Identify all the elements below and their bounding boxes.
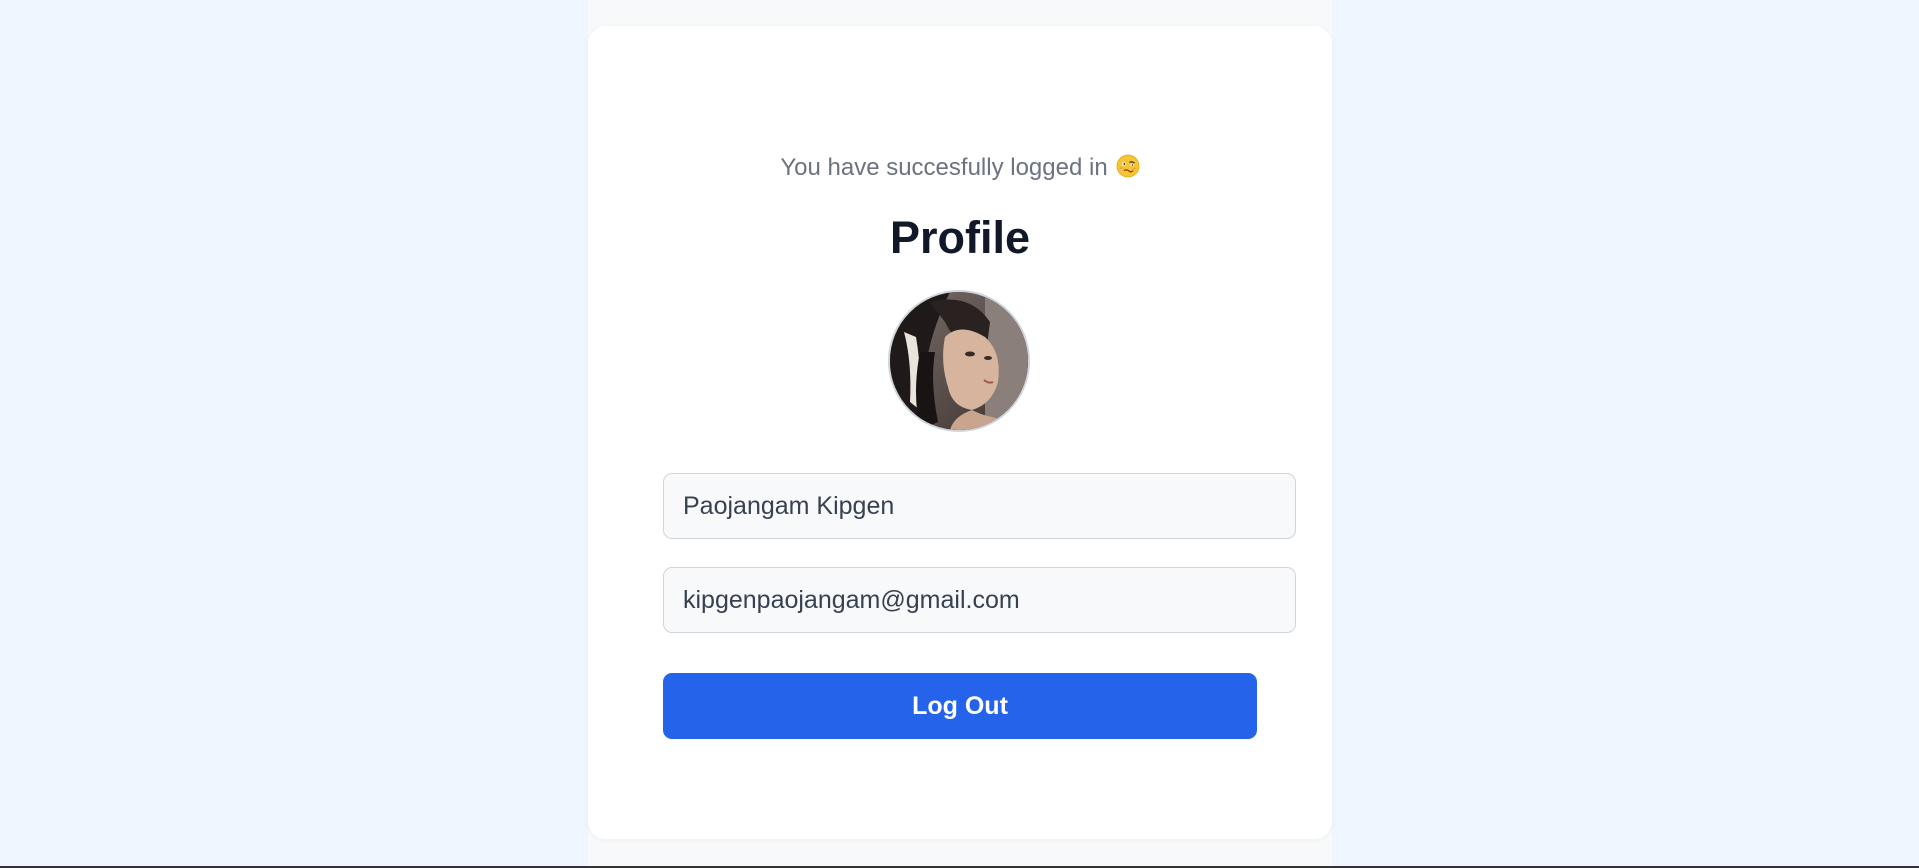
login-success-message: You have succesfully logged in: [588, 153, 1332, 183]
avatar-photo-icon: [890, 292, 1028, 430]
email-field[interactable]: [663, 567, 1296, 633]
login-success-text: You have succesfully logged in: [780, 154, 1108, 181]
woozy-face-emoji-icon: [1116, 154, 1140, 178]
logout-button[interactable]: Log Out: [663, 673, 1257, 739]
page-title: Profile: [889, 212, 1031, 263]
name-field[interactable]: [663, 473, 1296, 539]
user-avatar: [888, 290, 1030, 432]
